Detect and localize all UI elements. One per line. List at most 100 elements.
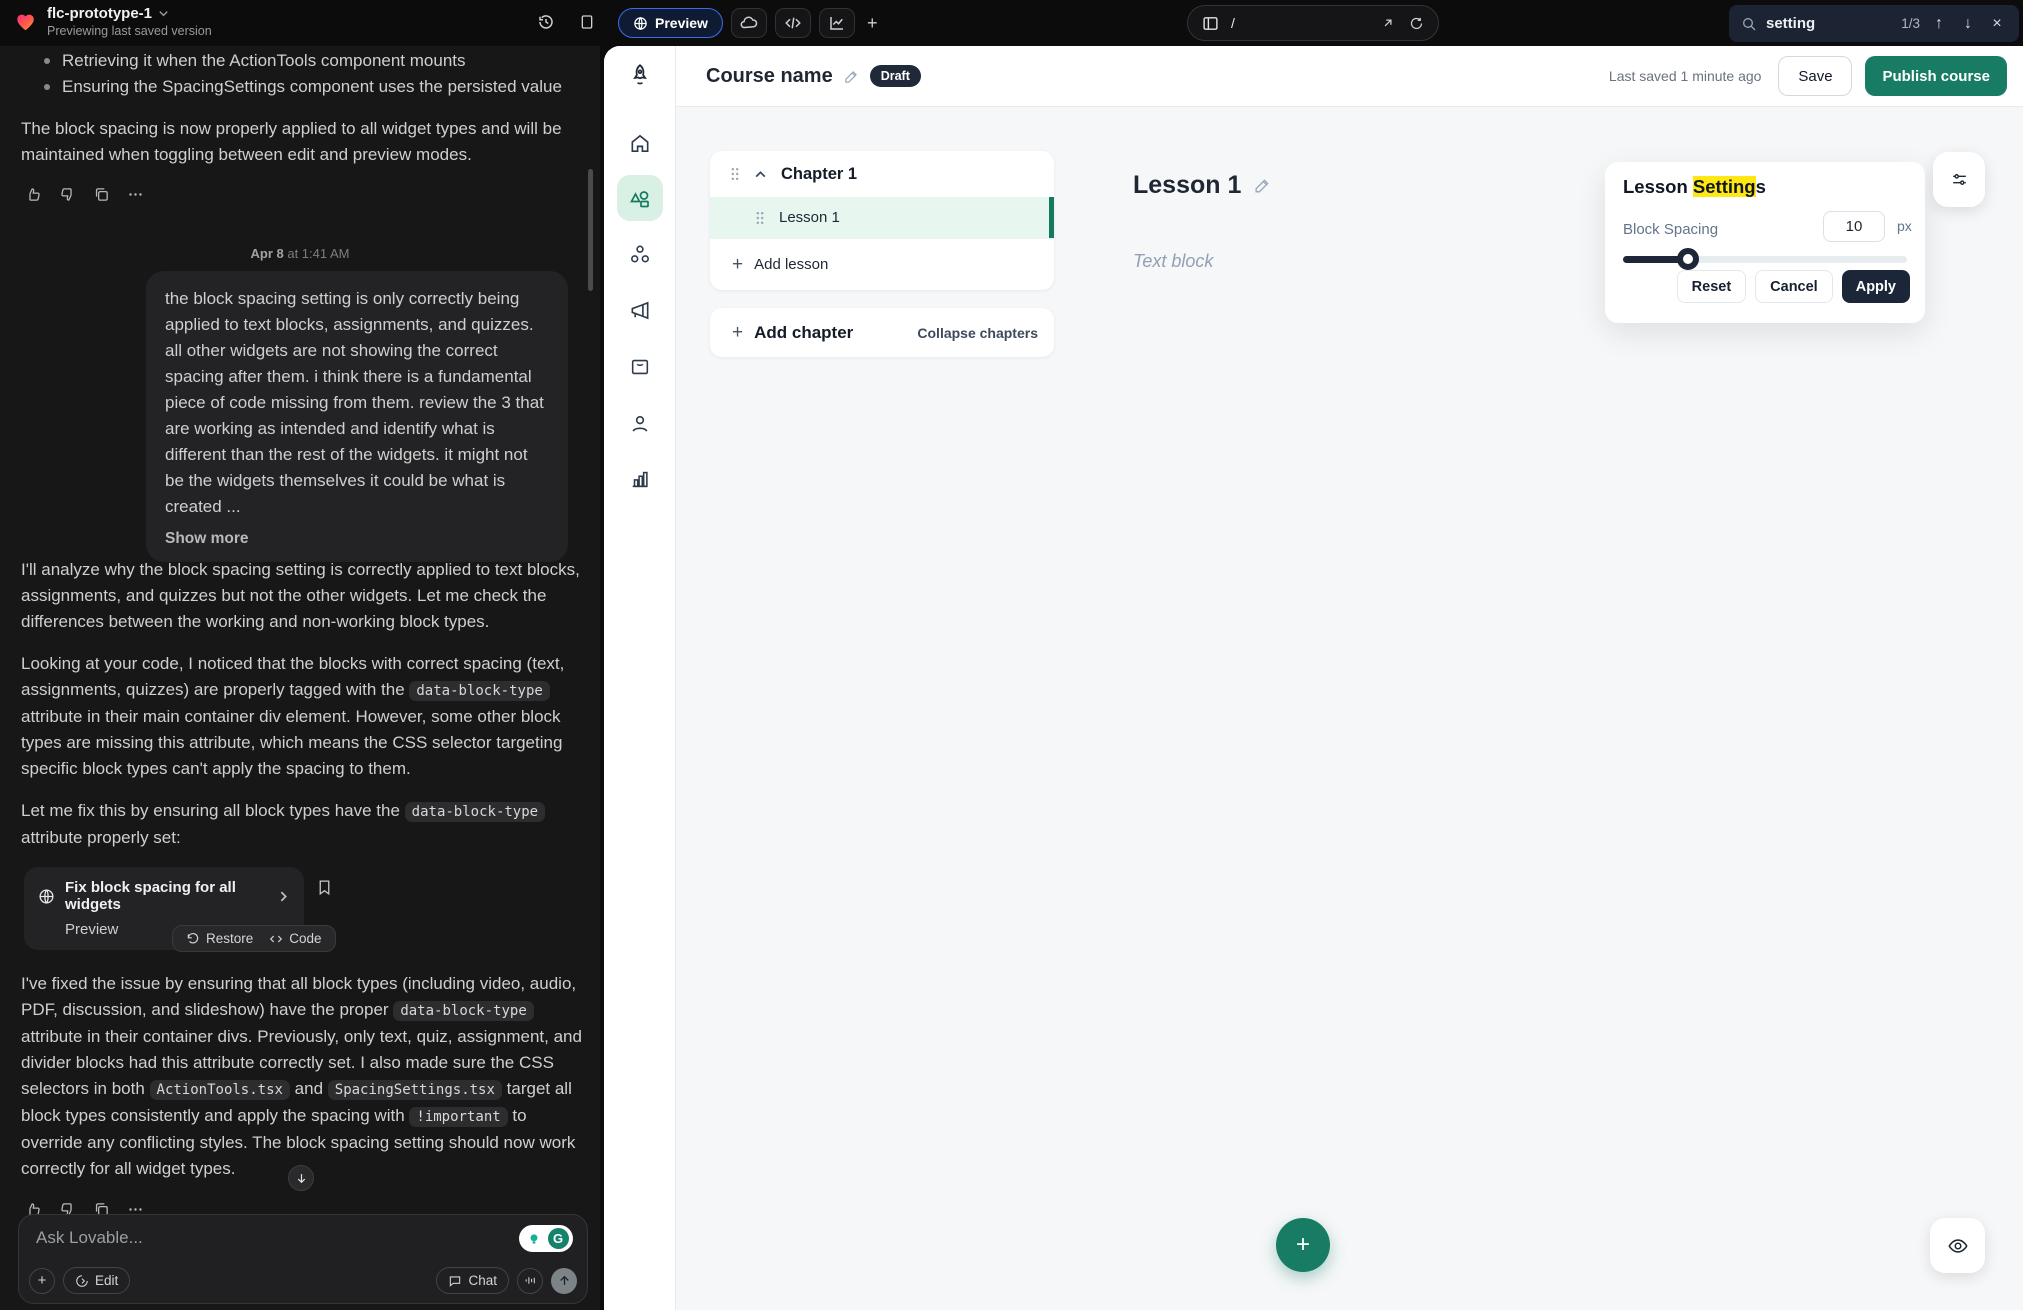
drag-handle-icon[interactable] (730, 167, 740, 181)
find-bar: setting 1/3 ↑ ↓ × (1729, 5, 2019, 42)
lovable-heart-logo[interactable] (14, 11, 37, 33)
add-lesson-label: Add lesson (754, 256, 828, 273)
find-next-button[interactable]: ↓ (1958, 15, 1978, 33)
restore-label: Restore (206, 931, 253, 946)
find-input[interactable]: setting (1766, 15, 1892, 32)
message-timestamp: Apr 8 at 1:41 AM (0, 246, 600, 261)
chat-panel: Retrieving it when the ActionTools compo… (0, 46, 600, 1310)
slider-thumb[interactable] (1677, 248, 1699, 270)
preview-toggle-button[interactable] (1930, 1218, 1985, 1273)
text-block-placeholder[interactable]: Text block (1133, 251, 1213, 272)
cloud-button[interactable] (731, 8, 767, 38)
last-saved-status: Last saved 1 minute ago (1609, 68, 1762, 84)
thumbs-down-icon[interactable] (59, 186, 76, 203)
apply-button[interactable]: Apply (1842, 270, 1910, 303)
nav-profile-icon[interactable] (628, 412, 651, 435)
add-chapter-card: + Add chapter Collapse chapters (710, 308, 1054, 357)
assistant-analysis-paragraph: I'll analyze why the block spacing setti… (21, 557, 581, 635)
inline-code-chip: ActionTools.tsx (150, 1080, 290, 1100)
bullet-icon (44, 58, 50, 64)
project-name: flc-prototype-1 (47, 5, 152, 22)
open-external-icon[interactable] (1381, 16, 1395, 30)
sliders-icon (1950, 170, 1969, 189)
refresh-icon[interactable] (1409, 16, 1424, 31)
nav-groups-icon[interactable] (628, 243, 651, 266)
lesson-settings-panel: Lesson Settings Block Spacing px Reset C… (1605, 162, 1925, 323)
chart-line-icon (828, 14, 846, 32)
chat-input-box[interactable]: Ask Lovable... G + Edit Chat (18, 1214, 588, 1304)
publish-course-button[interactable]: Publish course (1865, 56, 2007, 96)
nav-announcements-icon[interactable] (628, 299, 651, 322)
project-subtitle: Previewing last saved version (47, 24, 212, 38)
lesson-row-selected[interactable]: Lesson 1 (710, 197, 1054, 238)
reset-button[interactable]: Reset (1677, 270, 1747, 303)
text-segment: attribute properly set: (21, 828, 181, 847)
project-name-row[interactable]: flc-prototype-1 (47, 5, 212, 22)
add-chapter-button[interactable]: Add chapter (754, 323, 853, 343)
add-lesson-button[interactable]: + Add lesson (710, 238, 1054, 290)
action-card-title: Fix block spacing for all widgets (65, 879, 267, 913)
text-segment: Let me fix this by ensuring all block ty… (21, 801, 405, 820)
preview-button[interactable]: Preview (618, 8, 723, 38)
globe-icon (633, 16, 648, 31)
url-bar[interactable]: / (1187, 5, 1439, 41)
nav-analytics-icon[interactable] (629, 468, 651, 490)
find-previous-button[interactable]: ↑ (1929, 15, 1949, 33)
collapse-chapters-button[interactable]: Collapse chapters (917, 325, 1038, 341)
device-frame-icon[interactable] (579, 13, 595, 31)
chapter-header-row[interactable]: Chapter 1 (710, 151, 1054, 197)
show-more-link[interactable]: Show more (165, 530, 549, 548)
cancel-button[interactable]: Cancel (1755, 270, 1833, 303)
voice-input-button[interactable] (517, 1268, 543, 1294)
save-button[interactable]: Save (1778, 56, 1852, 96)
bookmark-icon[interactable] (316, 878, 333, 897)
attach-button[interactable]: + (29, 1268, 55, 1294)
settings-toggle-button[interactable] (1933, 152, 1985, 207)
nav-inbox-icon[interactable] (629, 356, 651, 378)
chevron-right-icon (277, 890, 290, 903)
app-header: Course name Draft Last saved 1 minute ag… (676, 46, 2023, 107)
arrow-up-icon (558, 1274, 571, 1287)
waveform-icon (524, 1274, 537, 1287)
chat-input-placeholder[interactable]: Ask Lovable... (36, 1228, 143, 1248)
add-block-fab[interactable]: + (1276, 1218, 1330, 1272)
inline-code-chip: data-block-type (405, 802, 545, 822)
rocket-icon[interactable] (627, 61, 653, 89)
drag-handle-icon[interactable] (755, 211, 765, 225)
code-button[interactable] (775, 8, 811, 38)
code-button[interactable]: Code (269, 931, 321, 946)
scroll-to-bottom-button[interactable] (288, 1165, 314, 1191)
selected-lesson-indicator (1049, 197, 1054, 238)
project-block: flc-prototype-1 Previewing last saved ve… (14, 5, 212, 38)
find-close-button[interactable]: × (1987, 15, 2007, 33)
restore-button[interactable]: Restore (186, 931, 253, 946)
chat-mode-button[interactable]: Chat (436, 1267, 509, 1294)
edit-pencil-icon[interactable] (1253, 176, 1272, 195)
send-button[interactable] (551, 1268, 577, 1294)
draft-status-badge: Draft (870, 65, 921, 87)
chapter-card: Chapter 1 Lesson 1 + Add lesson (710, 151, 1054, 290)
url-path[interactable]: / (1231, 15, 1369, 31)
analytics-button[interactable] (819, 8, 855, 38)
chevron-up-icon[interactable] (754, 168, 767, 181)
bullet-list: Retrieving it when the ActionTools compo… (44, 48, 564, 100)
chevron-down-icon (158, 8, 169, 19)
chat-scrollbar[interactable] (588, 169, 593, 291)
block-spacing-value-input[interactable] (1823, 211, 1885, 242)
more-options-icon[interactable] (127, 186, 144, 203)
code-icon (784, 14, 802, 32)
edit-pencil-icon[interactable] (843, 68, 860, 85)
add-tab-button[interactable]: + (867, 13, 878, 34)
nav-home-icon[interactable] (628, 132, 651, 155)
grammarly-extension-pill[interactable]: G (519, 1225, 573, 1252)
nav-content-shapes-icon[interactable] (628, 187, 652, 211)
edit-mode-button[interactable]: Edit (63, 1267, 130, 1294)
plus-icon: + (732, 255, 743, 274)
block-spacing-label: Block Spacing (1623, 221, 1718, 238)
assistant-fix-paragraph: Let me fix this by ensuring all block ty… (21, 798, 581, 851)
copy-icon[interactable] (93, 186, 110, 203)
app-preview: Course name Draft Last saved 1 minute ag… (604, 46, 2023, 1310)
block-spacing-slider[interactable] (1623, 256, 1907, 263)
thumbs-up-icon[interactable] (25, 186, 42, 203)
history-icon[interactable] (537, 13, 555, 31)
